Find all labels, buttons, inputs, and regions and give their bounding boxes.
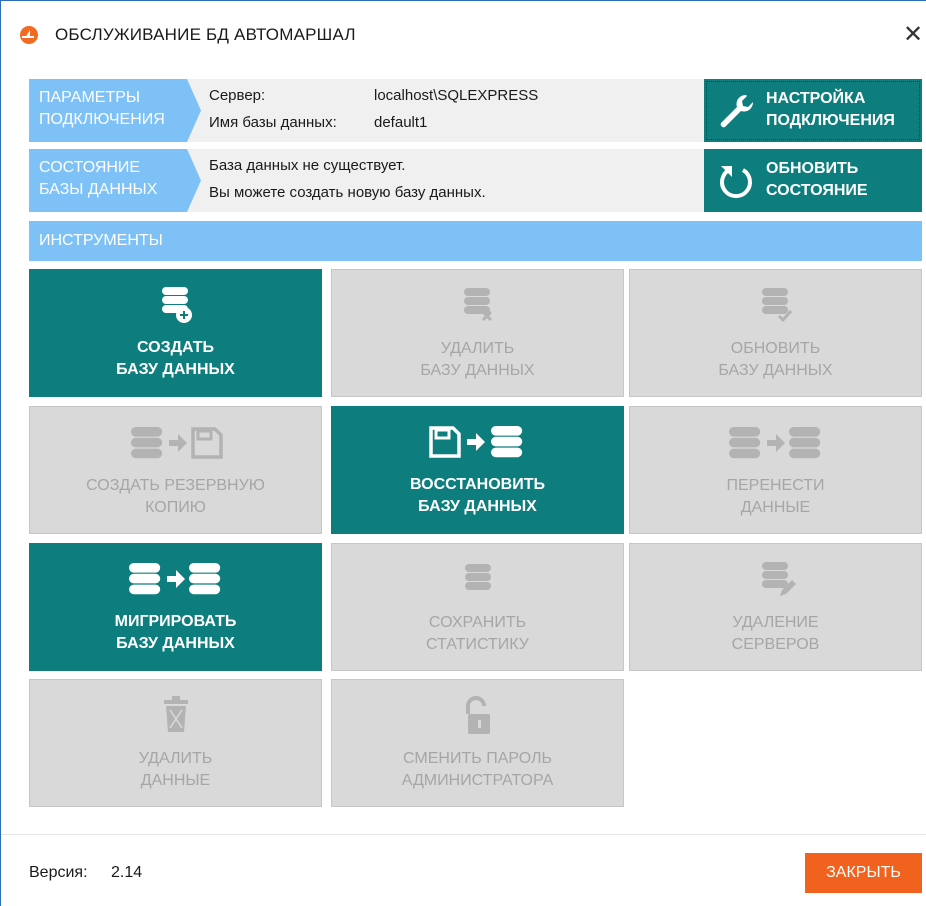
database-icon [332,556,623,606]
app-logo-icon [20,26,38,44]
connection-section-label: ПАРАМЕТРЫ ПОДКЛЮЧЕНИЯ [29,79,201,142]
unlock-icon [332,692,623,742]
database-name-value: default1 [374,114,428,131]
server-label: Сервер: [209,87,266,104]
tool-tile-label: МИГРИРОВАТЬ БАЗУ ДАННЫХ [114,613,237,652]
database-to-floppy-icon [30,419,321,469]
database-name-label: Имя базы данных: [209,114,337,131]
window-title: ОБСЛУЖИВАНИЕ БД АВТОМАРШАЛ [55,25,356,44]
floppy-to-database-icon [331,418,624,468]
trash-icon [30,692,321,742]
tool-tile-3[interactable]: ОБНОВИТЬ БАЗУ ДАННЫХ [629,269,922,397]
tool-tile-label: ВОССТАНОВИТЬ БАЗУ ДАННЫХ [410,476,545,515]
tool-tile-label: ОБНОВИТЬ БАЗУ ДАННЫХ [718,340,833,379]
title-bar: ОБСЛУЖИВАНИЕ БД АВТОМАРШАЛ ✕ [1,1,926,67]
window-close-button[interactable]: ✕ [899,21,926,49]
tool-tile-label: УДАЛЕНИЕ СЕРВЕРОВ [731,614,820,653]
close-dialog-button[interactable]: ЗАКРЫТЬ [805,853,922,893]
tool-tile-4[interactable]: СОЗДАТЬ РЕЗЕРВНУЮ КОПИЮ [29,406,322,534]
database-add-icon [29,281,322,331]
tool-tile-label: УДАЛИТЬ БАЗУ ДАННЫХ [420,340,535,379]
tool-tile-10[interactable]: УДАЛИТЬ ДАННЫЕ [29,679,322,807]
server-value: localhost\SQLEXPRESS [374,87,539,104]
tool-tile-11[interactable]: СМЕНИТЬ ПАРОЛЬ АДМИНИСТРАТОРА [331,679,624,807]
version-value: 2.14 [111,864,143,881]
database-edit-icon [630,556,921,606]
tool-tile-8[interactable]: СОХРАНИТЬ СТАТИСТИКУ [331,543,624,671]
footer-divider [1,834,926,835]
tools-section-header: ИНСТРУМЕНТЫ [29,221,922,261]
tool-tile-label: СОХРАНИТЬ СТАТИСТИКУ [426,614,529,653]
database-status-message: База данных не существует. [209,157,406,174]
version-label: Версия: [29,864,88,881]
database-check-icon [630,282,921,332]
wrench-icon [720,94,754,128]
tool-tile-label: ПЕРЕНЕСТИ ДАННЫЕ [726,477,825,516]
tool-tile-9[interactable]: УДАЛЕНИЕ СЕРВЕРОВ [629,543,922,671]
connection-settings-button[interactable]: НАСТРОЙКА ПОДКЛЮЧЕНИЯ [704,79,922,142]
tool-tile-2[interactable]: УДАЛИТЬ БАЗУ ДАННЫХ [331,269,624,397]
database-status-hint: Вы можете создать новую базу данных. [209,184,486,201]
tool-tile-5[interactable]: ВОССТАНОВИТЬ БАЗУ ДАННЫХ [331,406,624,534]
database-to-database-icon [630,419,921,469]
tool-tile-6[interactable]: ПЕРЕНЕСТИ ДАННЫЕ [629,406,922,534]
tool-tile-label: СОЗДАТЬ РЕЗЕРВНУЮ КОПИЮ [86,477,265,516]
database-state-section-label: СОСТОЯНИЕ БАЗЫ ДАННЫХ [29,149,201,212]
tool-tile-7[interactable]: МИГРИРОВАТЬ БАЗУ ДАННЫХ [29,543,322,671]
database-migrate-icon [29,555,322,605]
tool-tile-label: СМЕНИТЬ ПАРОЛЬ АДМИНИСТРАТОРА [401,750,554,789]
tool-tile-label: СОЗДАТЬ БАЗУ ДАННЫХ [116,339,235,378]
main-window: ОБСЛУЖИВАНИЕ БД АВТОМАРШАЛ ✕ ПАРАМЕТРЫ П… [0,0,926,906]
tool-tile-label: УДАЛИТЬ ДАННЫЕ [138,750,213,789]
database-delete-icon [332,282,623,332]
close-icon: ✕ [902,21,924,48]
refresh-icon [720,166,752,199]
tool-tile-1[interactable]: СОЗДАТЬ БАЗУ ДАННЫХ [29,269,322,397]
refresh-state-button[interactable]: ОБНОВИТЬ СОСТОЯНИЕ [704,149,922,212]
